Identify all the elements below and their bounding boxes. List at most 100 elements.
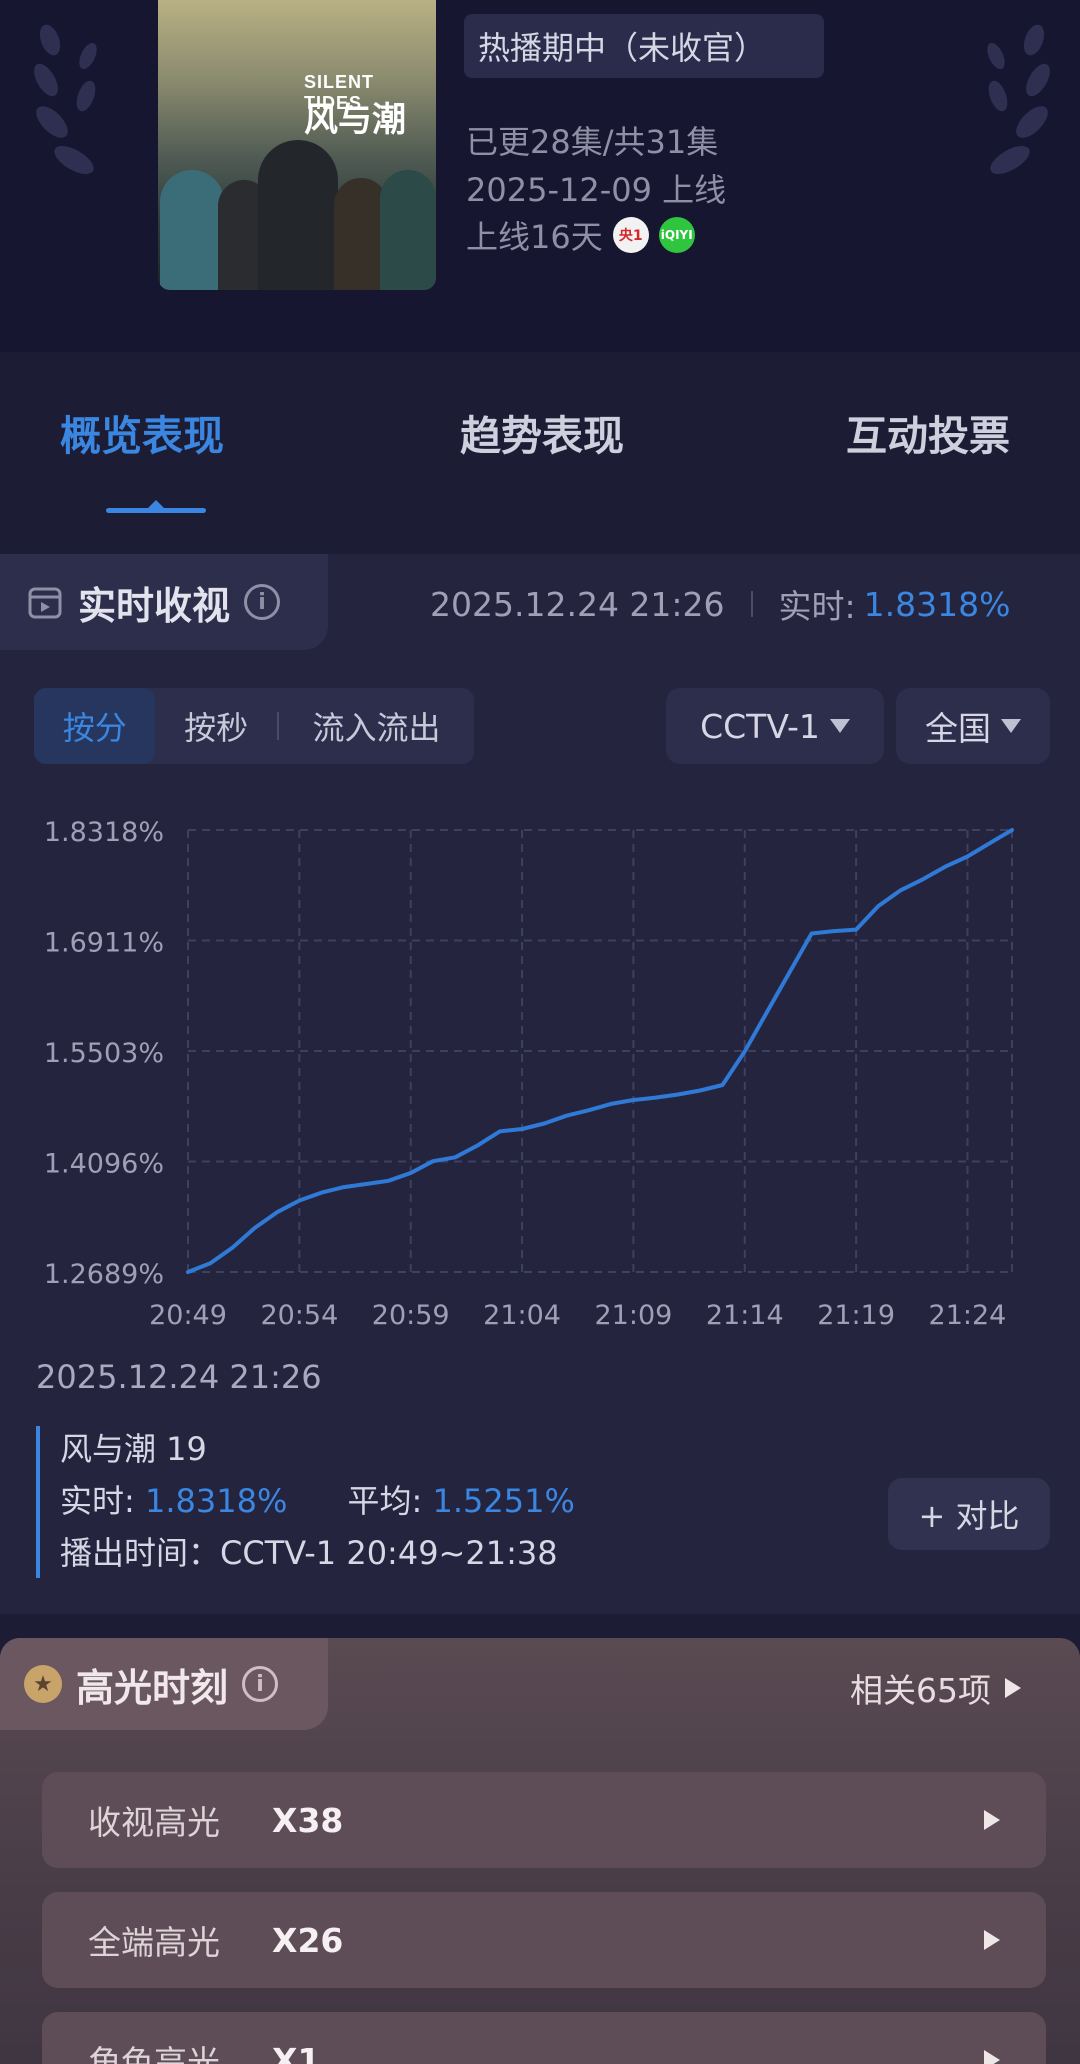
tab-overview[interactable]: 概览表现	[60, 402, 224, 462]
chevron-down-icon	[829, 719, 850, 733]
data-point	[386, 1179, 390, 1183]
data-point	[565, 1114, 569, 1118]
data-point	[409, 1171, 413, 1175]
episode-count: 已更28集/共31集	[466, 123, 719, 161]
x-tick-label: 21:24	[929, 1300, 1007, 1331]
data-point	[921, 877, 925, 881]
realtime-title: 实时收视	[78, 583, 231, 628]
data-point	[476, 1144, 480, 1148]
data-point	[676, 1092, 680, 1096]
data-point	[208, 1261, 212, 1265]
drama-header: SILENT TIDES 风与潮 热播期中（未收官） 已更28集/共31集 20…	[0, 0, 1080, 352]
poster-figure	[160, 170, 224, 290]
realtime-section-tab: 实时收视 i	[0, 554, 328, 650]
highlights-panel: ★ 高光时刻 i 相关65项 收视高光 X38 全端高光 X26 角色高光 X1	[0, 1638, 1080, 2064]
data-point	[520, 1127, 524, 1131]
y-tick-label: 1.5503%	[44, 1038, 164, 1069]
calendar-icon	[28, 587, 62, 619]
detail-program: 风与潮 19	[60, 1430, 207, 1468]
data-point	[231, 1246, 235, 1250]
x-tick-label: 20:49	[149, 1300, 227, 1331]
highlight-count: X1	[272, 2040, 321, 2064]
data-point	[320, 1191, 324, 1195]
highlight-label: 角色高光	[88, 2043, 220, 2064]
granularity-segmented-control: 按分 按秒 流入流出	[34, 688, 474, 764]
highlight-label: 收视高光	[88, 1803, 220, 1842]
segment-by-second[interactable]: 按秒	[155, 688, 276, 764]
y-tick-label: 1.4096%	[44, 1149, 164, 1180]
data-point	[899, 888, 903, 892]
data-point	[609, 1102, 613, 1106]
highlights-related-link[interactable]: 相关65项	[850, 1664, 1021, 1712]
data-point	[587, 1108, 591, 1112]
info-icon[interactable]: i	[244, 584, 281, 620]
highlights-section-tab: ★ 高光时刻 i	[0, 1638, 328, 1730]
realtime-ratings-panel: 实时收视 i 2025.12.24 21:26 实时: 1.8318% 按分 按…	[0, 554, 1080, 1614]
y-tick-label: 1.6911%	[44, 928, 164, 959]
channel-dropdown[interactable]: CCTV-1	[666, 688, 884, 764]
detail-avg-value: 1.5251%	[432, 1482, 575, 1520]
detail-airtime: 播出时间：CCTV-1 20:49~21:38	[60, 1534, 558, 1572]
release-date: 2025-12-09 上线	[466, 171, 727, 209]
days-online: 上线16天	[466, 218, 603, 256]
region-dropdown-value: 全国	[925, 709, 991, 748]
laurel-right-icon	[987, 24, 1050, 174]
realtime-header: 2025.12.24 21:26 实时: 1.8318%	[430, 580, 1011, 628]
x-tick-label: 21:14	[706, 1300, 784, 1331]
data-point	[854, 928, 858, 932]
info-icon[interactable]: i	[242, 1666, 279, 1702]
highlight-count: X26	[272, 1920, 344, 1960]
data-point	[832, 929, 836, 933]
region-dropdown[interactable]: 全国	[896, 688, 1050, 764]
tab-vote[interactable]: 互动投票	[846, 402, 1010, 462]
laurel-left-icon	[34, 24, 97, 174]
arrow-right-icon	[1005, 1678, 1021, 1698]
realtime-label: 实时:	[778, 587, 856, 626]
poster-figure	[258, 140, 338, 290]
data-point	[988, 841, 992, 845]
data-point	[631, 1098, 635, 1102]
data-point	[810, 931, 814, 935]
compare-button[interactable]: + 对比	[888, 1478, 1050, 1550]
cctv1-icon[interactable]: 央1	[612, 217, 649, 253]
realtime-timestamp: 2025.12.24 21:26	[430, 584, 725, 624]
highlights-title: 高光时刻	[76, 1665, 229, 1710]
data-point	[876, 904, 880, 908]
x-tick-label: 21:04	[483, 1300, 561, 1331]
highlight-row-ratings[interactable]: 收视高光 X38	[42, 1772, 1046, 1868]
data-point	[943, 865, 947, 869]
arrow-right-icon	[984, 2050, 1000, 2064]
detail-realtime-label: 实时:	[60, 1482, 135, 1520]
x-tick-label: 21:09	[594, 1300, 672, 1331]
data-point	[453, 1155, 457, 1159]
data-point	[787, 971, 791, 975]
arrow-right-icon	[984, 1930, 1000, 1950]
segment-by-minute[interactable]: 按分	[34, 688, 156, 764]
drama-poster[interactable]: SILENT TIDES 风与潮	[158, 0, 436, 290]
poster-title-cn: 风与潮	[304, 100, 406, 140]
data-point	[186, 1270, 190, 1274]
detail-avg-label: 平均:	[347, 1482, 423, 1520]
segment-flow[interactable]: 流入流出	[279, 688, 474, 764]
days-online-row: 上线16天 央1 iQIYI	[466, 212, 695, 258]
x-tick-label: 20:54	[260, 1300, 338, 1331]
divider	[750, 591, 753, 617]
data-point	[297, 1198, 301, 1202]
detail-values: 实时: 1.8318% 平均: 1.5251%	[60, 1476, 575, 1522]
data-point	[431, 1159, 435, 1163]
y-tick-label: 1.2689%	[44, 1259, 164, 1290]
highlight-row-character[interactable]: 角色高光 X1	[42, 2012, 1046, 2064]
detail-accent-bar	[36, 1426, 40, 1578]
data-point	[275, 1210, 279, 1214]
ratings-line-chart[interactable]: 1.8318% 1.6911% 1.5503% 1.4096% 1.2689% 20:49…	[0, 794, 1080, 1344]
data-point	[743, 1049, 747, 1053]
airing-status-badge: 热播期中（未收官）	[464, 14, 824, 78]
tab-trend[interactable]: 趋势表现	[460, 402, 624, 462]
detail-realtime-value: 1.8318%	[144, 1482, 288, 1520]
data-point	[765, 1010, 769, 1014]
data-point	[1010, 828, 1014, 832]
highlight-row-all-platform[interactable]: 全端高光 X26	[42, 1892, 1046, 1988]
highlights-related-count: 相关65项	[850, 1671, 991, 1710]
iqiyi-icon[interactable]: iQIYI	[658, 217, 695, 253]
data-point	[542, 1122, 546, 1126]
